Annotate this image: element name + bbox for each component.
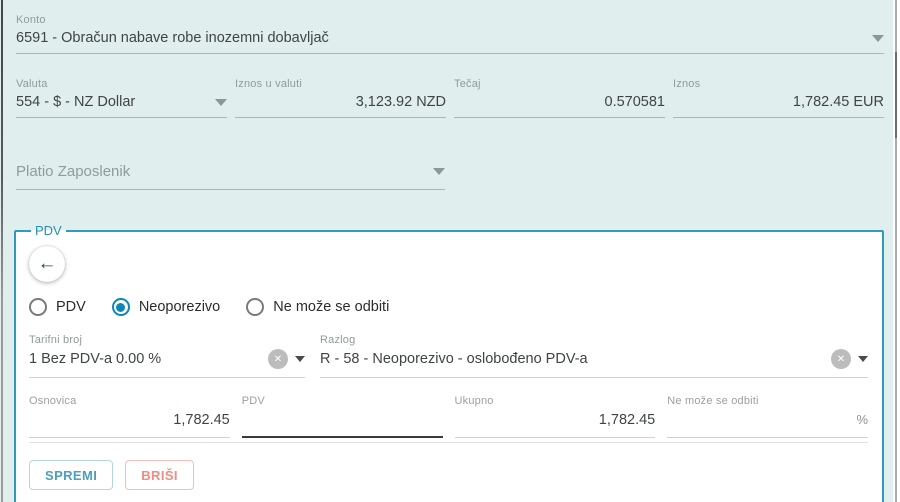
valuta-label: Valuta xyxy=(16,78,48,90)
iznos-u-valuti-input[interactable]: 3,123.92 NZD xyxy=(235,94,446,118)
booking-form: Konto 6591 - Obračun nabave robe inozemn… xyxy=(0,0,900,502)
valuta-value: 554 - $ - NZ Dollar xyxy=(16,94,136,110)
ne-moze-se-odbiti-label: Ne može se odbiti xyxy=(667,395,759,407)
save-button[interactable]: SPREMI xyxy=(29,460,114,490)
chevron-down-icon[interactable] xyxy=(872,34,884,42)
ne-moze-se-odbiti-field: Ne može se odbiti % xyxy=(667,395,868,438)
iznos-value: 1,782.45 EUR xyxy=(792,94,884,110)
tarifni-broj-value: 1 Bez PDV-a 0.00 % xyxy=(29,351,162,367)
iznos-u-valuti-label: Iznos u valuti xyxy=(235,78,303,90)
clear-icon[interactable]: ✕ xyxy=(831,349,851,369)
arrow-left-icon: ← xyxy=(37,252,57,274)
amounts-row: Osnovica 1,782.45 PDV Ukupno 1,782.45 Ne… xyxy=(29,395,868,438)
ukupno-label: Ukupno xyxy=(454,395,494,407)
pdv-amount-input[interactable] xyxy=(241,410,443,438)
clear-icon[interactable]: ✕ xyxy=(268,349,288,369)
radio-ne-moze-se-odbiti[interactable]: Ne može se odbiti xyxy=(246,298,389,316)
platio-zaposlenik-field: Platio Zaposlenik xyxy=(16,163,445,190)
razlog-value: R - 58 - Neoporezivo - oslobođeno PDV-a xyxy=(320,351,588,367)
pdv-amount-field: PDV xyxy=(241,395,443,438)
valuta-select[interactable]: 554 - $ - NZ Dollar xyxy=(16,94,227,118)
pdv-section-legend: PDV xyxy=(35,223,62,238)
chevron-down-icon[interactable] xyxy=(858,356,868,362)
pdv-type-radio-group: PDV Neoporezivo Ne može se odbiti xyxy=(29,298,868,316)
scrollbar-thumb[interactable] xyxy=(895,52,897,138)
ukupno-field: Ukupno 1,782.45 xyxy=(454,395,656,438)
razlog-field: Razlog R - 58 - Neoporezivo - oslobođeno… xyxy=(320,334,868,378)
tecaj-field: Tečaj 0.570581 xyxy=(454,78,665,118)
platio-zaposlenik-select[interactable]: Platio Zaposlenik xyxy=(16,163,445,190)
radio-neoporezivo[interactable]: Neoporezivo xyxy=(111,298,221,316)
action-buttons: SPREMI BRIŠI xyxy=(29,460,868,490)
radio-icon xyxy=(111,298,130,316)
radio-pdv-label: PDV xyxy=(56,299,86,315)
delete-button[interactable]: BRIŠI xyxy=(125,460,194,490)
osnovica-input[interactable]: 1,782.45 xyxy=(29,410,230,438)
radio-pdv[interactable]: PDV xyxy=(29,298,86,316)
tarifni-broj-field: Tarifni broj 1 Bez PDV-a 0.00 % ✕ xyxy=(29,334,305,378)
chevron-down-icon[interactable] xyxy=(295,356,305,362)
pdv-section: PDV ← PDV Neoporezivo Ne može se odbiti … xyxy=(14,223,884,502)
pdv-amount-label: PDV xyxy=(241,395,265,407)
tecaj-label: Tečaj xyxy=(454,78,481,90)
konto-field: Konto 6591 - Obračun nabave robe inozemn… xyxy=(16,14,884,54)
razlog-select[interactable]: R - 58 - Neoporezivo - oslobođeno PDV-a … xyxy=(320,349,868,378)
ukupno-input[interactable]: 1,782.45 xyxy=(454,410,656,438)
chevron-down-icon[interactable] xyxy=(215,98,227,106)
platio-zaposlenik-placeholder: Platio Zaposlenik xyxy=(16,163,131,180)
iznos-u-valuti-value: 3,123.92 NZD xyxy=(355,94,446,110)
ne-moze-se-odbiti-input[interactable]: % xyxy=(667,410,868,438)
razlog-label: Razlog xyxy=(320,334,356,346)
radio-icon xyxy=(246,298,265,316)
iznos-u-valuti-field: Iznos u valuti 3,123.92 NZD xyxy=(235,78,446,118)
tecaj-input[interactable]: 0.570581 xyxy=(454,94,665,118)
osnovica-value: 1,782.45 xyxy=(173,411,230,428)
konto-label: Konto xyxy=(16,14,46,26)
tarifni-broj-select[interactable]: 1 Bez PDV-a 0.00 % ✕ xyxy=(29,349,305,378)
percent-suffix: % xyxy=(856,412,868,427)
radio-ne-moze-se-odbiti-label: Ne može se odbiti xyxy=(273,299,390,315)
konto-select[interactable]: 6591 - Obračun nabave robe inozemni doba… xyxy=(16,30,884,54)
valuta-field: Valuta 554 - $ - NZ Dollar xyxy=(16,78,227,118)
tarifni-broj-label: Tarifni broj xyxy=(29,334,83,346)
amounts-divider xyxy=(29,442,868,443)
radio-icon xyxy=(29,298,47,316)
radio-neoporezivo-label: Neoporezivo xyxy=(138,299,221,315)
iznos-input[interactable]: 1,782.45 EUR xyxy=(673,94,884,118)
currency-row: Valuta 554 - $ - NZ Dollar Iznos u valut… xyxy=(16,78,884,118)
panel-left-border xyxy=(1,0,3,502)
back-button[interactable]: ← xyxy=(29,246,65,282)
osnovica-field: Osnovica 1,782.45 xyxy=(29,395,230,438)
osnovica-label: Osnovica xyxy=(29,395,77,407)
konto-value: 6591 - Obračun nabave robe inozemni doba… xyxy=(16,30,329,46)
tecaj-value: 0.570581 xyxy=(604,94,665,110)
iznos-field: Iznos 1,782.45 EUR xyxy=(673,78,884,118)
chevron-down-icon[interactable] xyxy=(433,168,445,175)
ukupno-value: 1,782.45 xyxy=(598,411,656,428)
scrollbar[interactable] xyxy=(893,0,900,502)
iznos-label: Iznos xyxy=(673,78,701,90)
tax-selects-row: Tarifni broj 1 Bez PDV-a 0.00 % ✕ Razlog… xyxy=(29,334,868,378)
